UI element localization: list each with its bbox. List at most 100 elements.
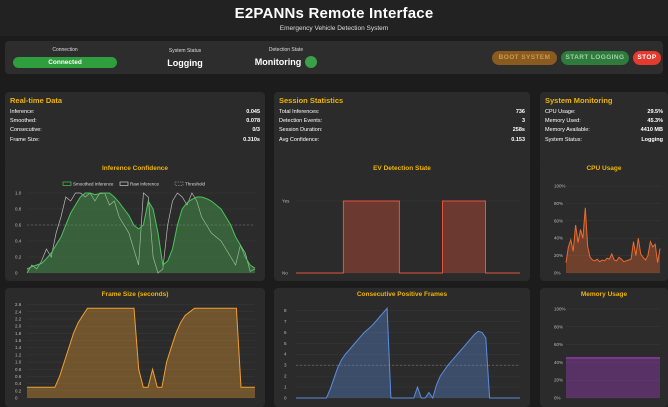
session-row: Session Duration: 258s <box>274 126 530 135</box>
row-label: Memory Available: <box>545 127 590 134</box>
y-tick-label: 1.0 <box>15 360 22 365</box>
row-value: 0.078 <box>246 118 260 125</box>
y-tick-label: 5 <box>284 341 287 346</box>
session-row: Detection Events: 3 <box>274 117 530 126</box>
y-tick-label: 80% <box>554 324 563 329</box>
legend-label: Smoothed Inference <box>73 182 114 187</box>
legend-label: Threshold <box>185 182 206 187</box>
session-row: Total Inferences: 736 <box>274 108 530 117</box>
connection-status-badge: Connected <box>13 57 117 68</box>
connection-label: Connection <box>52 47 78 53</box>
row-value: 0/3 <box>252 127 260 134</box>
y-tick-label: 4 <box>284 352 287 357</box>
y-tick-label: 20% <box>554 253 563 258</box>
y-tick-label: 1.2 <box>15 352 22 357</box>
series-area <box>566 207 660 273</box>
y-tick-label: 0.8 <box>15 207 22 212</box>
row-value: 0.310s <box>243 136 260 143</box>
y-tick-label: 0% <box>554 396 561 401</box>
y-tick-label: 2.6 <box>15 302 22 307</box>
row-value: 3 <box>521 118 525 125</box>
row-value: 258s <box>512 127 525 134</box>
y-tick-label: 1.8 <box>15 331 22 336</box>
y-tick-label: 0 <box>15 271 18 276</box>
y-tick-label: 3 <box>284 363 287 368</box>
y-tick-label: 0.2 <box>15 388 22 393</box>
system-status-label: System Status <box>168 48 202 54</box>
y-tick-label: 2.2 <box>15 316 22 321</box>
ev-state-line <box>296 200 520 274</box>
system-row: System Status: Logging <box>540 136 668 145</box>
memory-usage-panel: Memory Usage 0% 20% 40% 60% 80% 100% <box>540 288 668 407</box>
row-label: Memory Used: <box>545 118 581 125</box>
ev-detection-panel: EV Detection State Yes No <box>274 162 530 281</box>
y-tick-label: No <box>282 271 288 276</box>
legend-label: Raw Inference <box>130 182 160 187</box>
realtime-row: Consecutive: 0/3 <box>5 126 265 135</box>
y-tick-label: 40% <box>554 360 563 365</box>
y-tick-label: 100% <box>554 184 566 189</box>
row-label: Smoothed: <box>10 118 37 125</box>
row-label: Inference: <box>10 109 35 115</box>
row-label: Consecutive: <box>10 127 42 134</box>
row-value: 45.3% <box>647 118 663 125</box>
frame-size-chart: 0 0.2 0.4 0.6 0.8 1.0 1.2 1.4 1.6 1.8 2.0 2.2 2.4 2.6 <box>15 302 255 401</box>
row-value: 0.153 <box>511 136 525 143</box>
y-tick-label: 60% <box>554 218 563 223</box>
y-tick-label: 1.0 <box>15 191 22 196</box>
legend-swatch <box>174 181 184 186</box>
y-tick-label: 0.8 <box>15 367 22 372</box>
system-monitoring-title: System Monitoring <box>545 96 613 105</box>
system-row: CPU Usage: 29.5% <box>540 108 668 117</box>
system-monitoring-panel: System Monitoring CPU Usage: 29.5% Memory… <box>540 92 668 172</box>
y-tick-label: 0.4 <box>15 381 22 386</box>
row-value: 4410 MB <box>640 127 663 134</box>
y-tick-label: 20% <box>554 378 563 383</box>
session-statistics-panel: Session Statistics Total Inferences: 736 … <box>274 92 530 172</box>
row-value: Logging <box>641 136 663 143</box>
y-tick-label: 80% <box>554 201 563 206</box>
session-statistics-title: Session Statistics <box>279 96 344 105</box>
row-label: Total Inferences: <box>279 109 320 115</box>
start-logging-button[interactable]: START LOGGING <box>561 51 629 65</box>
realtime-data-panel: Real-time Data Inference: 0.045 Smoothed:… <box>5 92 265 172</box>
y-tick-label: 2.4 <box>15 309 22 314</box>
row-label: Detection Events: <box>279 118 323 125</box>
cpu-usage-panel: CPU Usage 0% 20% 40% 60% 80% 100% <box>540 162 668 281</box>
row-label: System Status: <box>545 136 582 143</box>
smoothed-inference-area <box>27 193 255 273</box>
ev-state-area <box>296 201 520 273</box>
memory-usage-chart: 0% 20% 40% 60% 80% 100% <box>554 307 660 401</box>
cpu-usage-chart: 0% 20% 40% 60% 80% 100% <box>554 184 661 276</box>
y-tick-label: 1 <box>284 385 287 390</box>
consecutive-frames-panel: Consecutive Positive Frames 012345678 <box>274 288 530 407</box>
system-status-value: Logging <box>167 58 203 68</box>
row-value: 0.045 <box>246 109 260 115</box>
detection-indicator-icon <box>305 56 317 68</box>
y-tick-label: 0% <box>554 271 561 276</box>
y-tick-label: 2 <box>284 374 287 379</box>
y-tick-label: 0 <box>15 396 18 401</box>
legend-swatch <box>62 181 72 186</box>
y-tick-label: 0.6 <box>15 374 22 379</box>
boot-system-button[interactable]: BOOT SYSTEM <box>492 51 557 65</box>
row-label: Frame Size: <box>10 136 40 143</box>
app-header: E2PANNs Remote Interface Emergency Vehic… <box>0 0 668 36</box>
frame-size-panel: Frame Size (seconds) 0 0.2 0.4 0.6 0.8 1.0 1.2… <box>5 288 265 407</box>
y-tick-label: 0.4 <box>15 239 22 244</box>
series-area <box>27 308 255 398</box>
status-bar: Connection Connected System Status Loggi… <box>5 41 663 74</box>
realtime-row: Frame Size: 0.310s <box>5 136 265 145</box>
y-tick-label: 2.0 <box>15 324 22 329</box>
stop-button[interactable]: STOP <box>633 51 661 65</box>
y-tick-label: 0.2 <box>15 255 22 260</box>
y-tick-label: 100% <box>554 307 566 312</box>
row-value: 736 <box>515 109 525 115</box>
inference-confidence-chart: 0 0.2 0.4 0.6 0.8 1.0 Smoothed Inference Raw In… <box>15 181 256 276</box>
series-area <box>566 357 660 398</box>
y-tick-label: 1.4 <box>15 345 22 350</box>
y-tick-label: 60% <box>554 342 563 347</box>
y-tick-label: 40% <box>554 236 563 241</box>
row-label: CPU Usage: <box>545 109 576 115</box>
legend-swatch <box>119 181 129 186</box>
